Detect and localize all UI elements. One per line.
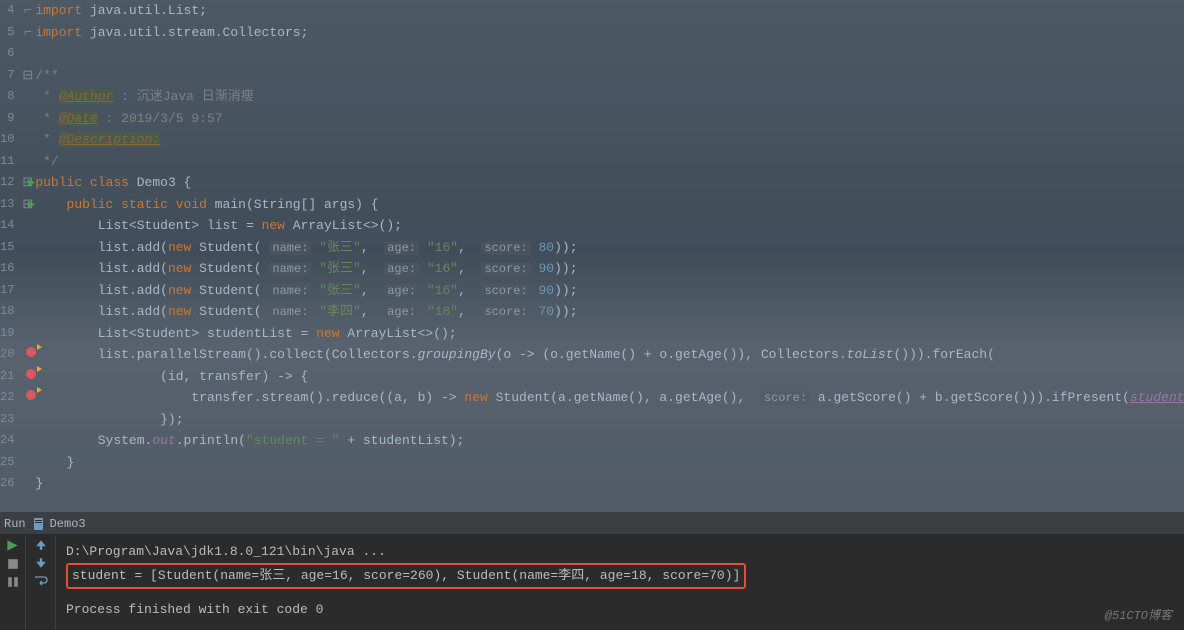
down-icon[interactable] bbox=[35, 557, 47, 569]
watermark: @51CTO博客 bbox=[1105, 606, 1172, 623]
fold-gutter: ⌐ ⌐ ⊟ ⊟ ⊟ bbox=[22, 0, 33, 512]
code-content[interactable]: import java.util.List; import java.util.… bbox=[33, 0, 1184, 512]
fold-handle[interactable]: ⌐ bbox=[22, 22, 33, 44]
run-config-name[interactable]: Demo3 bbox=[50, 517, 86, 531]
fold-handle[interactable]: ⊟ bbox=[22, 65, 33, 87]
file-icon bbox=[32, 517, 46, 531]
run-tab-label[interactable]: Run bbox=[4, 517, 26, 531]
run-tool-window: Run Demo3 D:\Program\Java\jdk1.8.0_121\b… bbox=[0, 512, 1184, 630]
breakpoint-icon[interactable] bbox=[26, 366, 36, 388]
editor-area: 4 5 6 7 8 9 10 11 12 13 14 15 16 17 18 1… bbox=[0, 0, 1184, 512]
console-output[interactable]: D:\Program\Java\jdk1.8.0_121\bin\java ..… bbox=[56, 535, 1184, 630]
breakpoint-icon[interactable] bbox=[26, 344, 36, 366]
up-icon[interactable] bbox=[35, 539, 47, 551]
pause-icon[interactable] bbox=[7, 576, 19, 588]
stop-icon[interactable] bbox=[7, 558, 19, 570]
run-gutter-icon[interactable] bbox=[27, 178, 36, 187]
run-toolbar-left bbox=[0, 535, 26, 630]
console-highlighted-line: student = [Student(name=张三, age=16, scor… bbox=[66, 563, 746, 589]
rerun-icon[interactable] bbox=[6, 539, 19, 552]
line-number-gutter: 4 5 6 7 8 9 10 11 12 13 14 15 16 17 18 1… bbox=[0, 0, 22, 512]
console-line: Process finished with exit code 0 bbox=[66, 599, 1174, 621]
breakpoint-icon[interactable] bbox=[26, 387, 36, 409]
run-toolbar-console bbox=[26, 535, 56, 630]
console-line: D:\Program\Java\jdk1.8.0_121\bin\java ..… bbox=[66, 541, 1174, 563]
run-header: Run Demo3 bbox=[0, 513, 1184, 535]
fold-handle[interactable]: ⌐ bbox=[22, 0, 33, 22]
soft-wrap-icon[interactable] bbox=[34, 575, 48, 587]
run-gutter-icon[interactable] bbox=[27, 200, 36, 209]
